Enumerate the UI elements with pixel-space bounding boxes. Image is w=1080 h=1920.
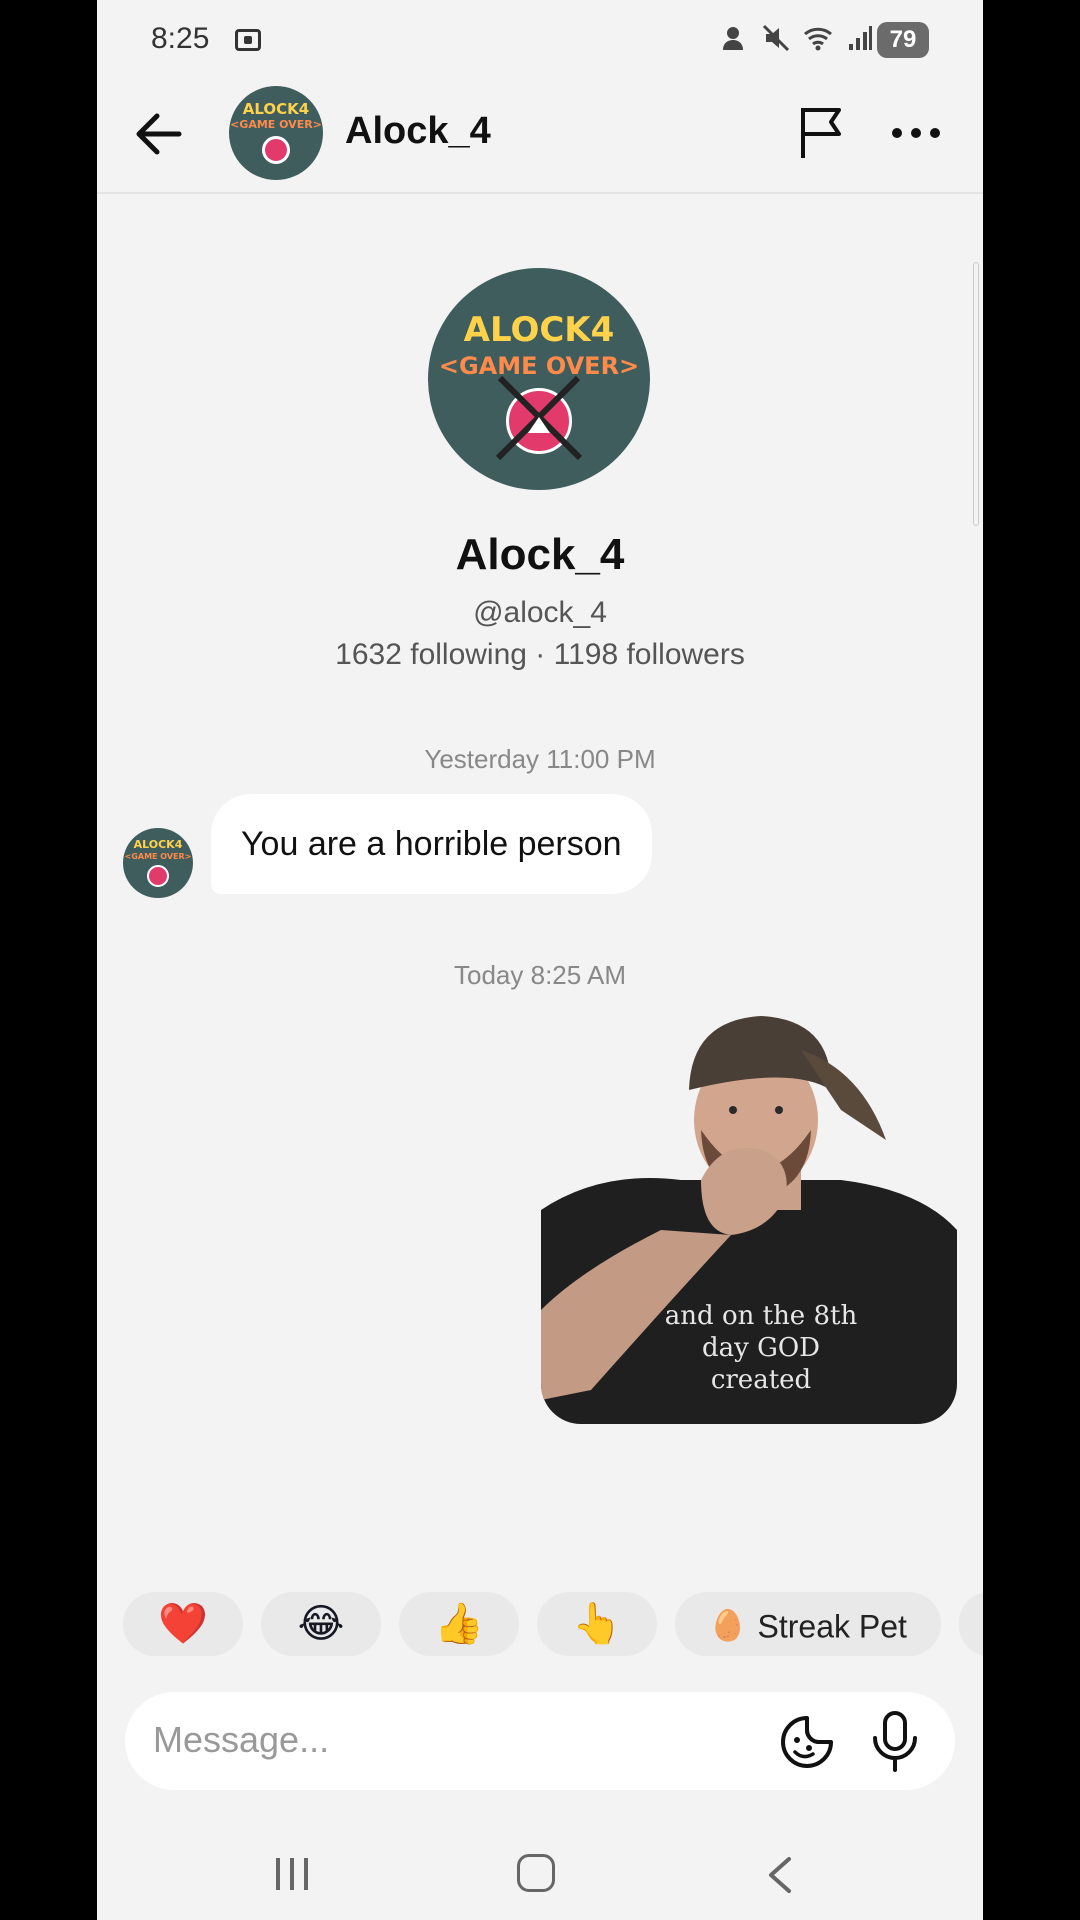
quick-reaction-pointing-hand[interactable]: 👆 (537, 1592, 657, 1656)
message-timestamp: Today 8:25 AM (454, 960, 626, 990)
chat-header: ALOCK4 <GAME OVER> Alock_4 (97, 82, 983, 194)
home-icon[interactable] (517, 1854, 555, 1892)
sticker-shirt-text: and on the 8th day GOD created (664, 1301, 858, 1395)
more-options-icon[interactable] (891, 126, 941, 140)
person-icon (723, 27, 743, 50)
heart-icon: ❤️ (158, 1602, 208, 1646)
chat-screen: 8:25 79 ALOCK4 <GAME OVER> Alock_4 ALOCK… (97, 0, 983, 1920)
status-bar: 8:25 79 (97, 0, 983, 82)
streak-pet-button[interactable]: 🥚 Streak Pet (675, 1592, 941, 1656)
wifi-icon (804, 27, 833, 51)
header-avatar[interactable]: ALOCK4 <GAME OVER> (229, 86, 323, 180)
scrollbar[interactable] (973, 262, 979, 526)
quick-reaction-more[interactable] (959, 1592, 983, 1656)
received-message-bubble[interactable]: You are a horrible person (211, 794, 652, 894)
pointing-hand-icon: 👆 (572, 1602, 622, 1646)
quick-reaction-thumbs-up[interactable]: 👍 (399, 1592, 519, 1656)
report-flag-icon[interactable] (797, 104, 847, 160)
egg-icon: 🥚 (709, 1609, 747, 1643)
thumbs-up-icon: 👍 (434, 1602, 484, 1646)
message-input[interactable] (153, 1708, 713, 1772)
recent-apps-icon[interactable] (273, 1856, 311, 1892)
quick-reaction-heart[interactable]: ❤️ (123, 1592, 243, 1656)
avatar-logo-text: ALOCK4 (133, 838, 183, 851)
sender-avatar[interactable]: ALOCK4 <GAME OVER> (123, 828, 193, 898)
profile-name: Alock_4 (455, 530, 625, 579)
nav-back-icon[interactable] (765, 1856, 795, 1894)
crossed-rifles-icon (495, 375, 583, 461)
mute-icon (763, 24, 790, 52)
profile-handle: @alock_4 (473, 596, 607, 629)
sticker-emoji-icon[interactable] (779, 1714, 835, 1770)
system-navigation-bar (97, 1840, 983, 1920)
system-status-icons (721, 24, 873, 59)
avatar-emblem (262, 136, 290, 164)
message-composer (125, 1692, 955, 1790)
status-time: 8:25 (151, 22, 210, 55)
quick-reaction-laughing[interactable]: 😂 (261, 1592, 381, 1656)
header-username[interactable]: Alock_4 (345, 110, 491, 153)
avatar-logo-text: ALOCK4 (242, 100, 310, 118)
signal-icon (848, 26, 872, 50)
streak-pet-label: Streak Pet (757, 1608, 907, 1645)
laughing-emoji-icon: 😂 (297, 1602, 345, 1646)
avatar-logo-subtext: <GAME OVER> (230, 118, 322, 131)
avatar-emblem (147, 865, 169, 887)
profile-stats[interactable]: 1632 following · 1198 followers (97, 638, 983, 672)
screen-record-icon (235, 29, 261, 51)
profile-avatar[interactable]: ALOCK4 <GAME OVER> (428, 268, 650, 490)
microphone-icon[interactable] (871, 1710, 919, 1772)
battery-indicator: 79 (877, 22, 929, 58)
back-arrow-icon[interactable] (131, 106, 187, 162)
avatar-logo-subtext: <GAME OVER> (124, 852, 192, 861)
message-timestamp: Yesterday 11:00 PM (424, 744, 656, 774)
sent-sticker[interactable]: and on the 8th day GOD created (541, 1010, 957, 1424)
